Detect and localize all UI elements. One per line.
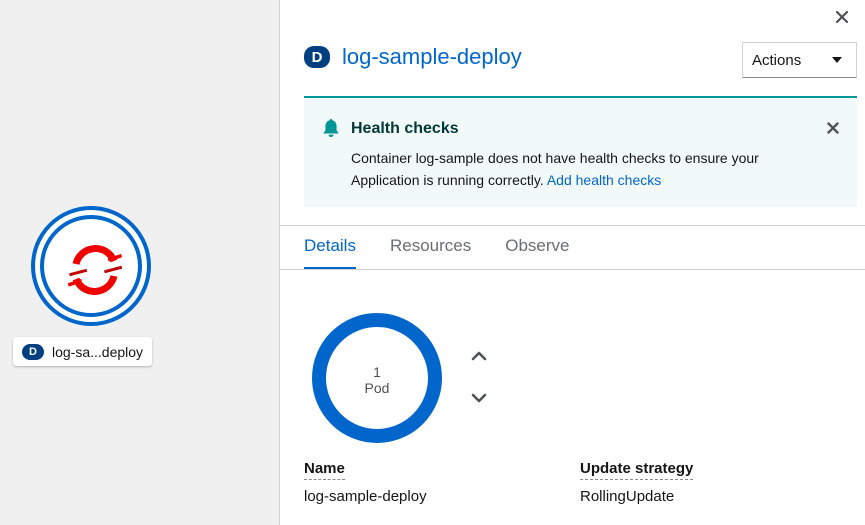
chevron-up-icon [471, 351, 487, 361]
actions-label: Actions [752, 51, 802, 69]
panel-header: D log-sample-deploy [304, 44, 522, 70]
caret-down-icon [832, 57, 842, 63]
scale-up-button[interactable] [468, 345, 490, 367]
deployment-badge: D [304, 46, 330, 68]
page-title: log-sample-deploy [342, 44, 522, 69]
deployment-badge: D [22, 343, 44, 360]
alert-message: Container log-sample does not have healt… [351, 147, 821, 191]
tab-divider [280, 269, 865, 270]
topology-node-name: log-sa...deploy [52, 343, 144, 360]
close-icon [835, 10, 849, 24]
chevron-down-icon [471, 393, 487, 403]
pod-count: 1 [373, 364, 381, 380]
name-value: log-sample-deploy [304, 488, 427, 505]
close-panel-button[interactable] [831, 6, 853, 28]
health-checks-alert: Health checks Container log-sample does … [304, 96, 857, 207]
topology-node-label[interactable]: D log-sa...deploy [13, 337, 153, 366]
tab-details[interactable]: Details [304, 226, 356, 270]
pod-unit: Pod [364, 380, 390, 396]
update-strategy-value: RollingUpdate [580, 488, 675, 505]
bell-icon [323, 119, 339, 137]
actions-dropdown[interactable]: Actions [742, 42, 857, 78]
update-strategy-label: Update strategy [580, 460, 694, 480]
pod-count-label: 1 Pod [310, 364, 444, 396]
alert-close-button[interactable] [823, 118, 843, 138]
topology-node[interactable] [31, 206, 151, 326]
add-health-checks-link[interactable]: Add health checks [547, 172, 661, 188]
tab-observe[interactable]: Observe [505, 226, 569, 270]
side-panel: D log-sample-deploy Actions Health check… [279, 0, 865, 525]
topology-node-inner-ring [40, 215, 142, 317]
alert-title: Health checks [351, 120, 459, 137]
close-icon [827, 122, 839, 134]
scale-down-button[interactable] [468, 387, 490, 409]
name-label: Name [304, 460, 345, 480]
topology-canvas[interactable]: D log-sa...deploy [0, 0, 279, 525]
openshift-icon [67, 245, 123, 295]
tab-bar: Details Resources Observe [304, 226, 603, 270]
tab-resources[interactable]: Resources [390, 226, 471, 270]
